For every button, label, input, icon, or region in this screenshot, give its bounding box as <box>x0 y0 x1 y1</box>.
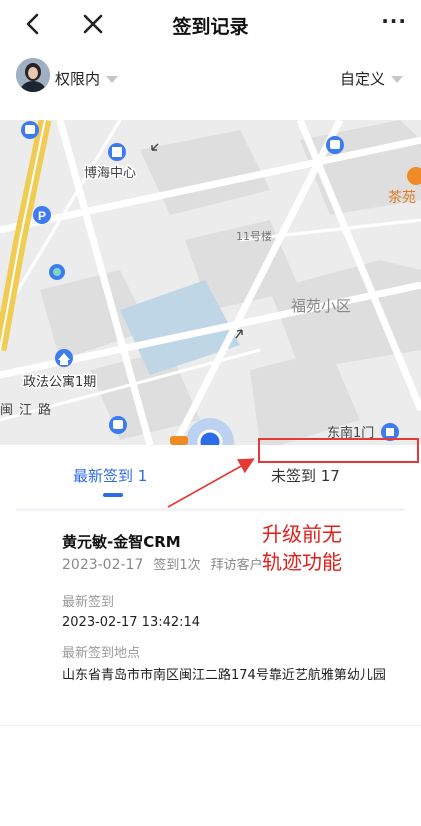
annotation-text: 升级前无 轨迹功能 <box>262 522 342 574</box>
annotation-arrow <box>167 458 255 508</box>
